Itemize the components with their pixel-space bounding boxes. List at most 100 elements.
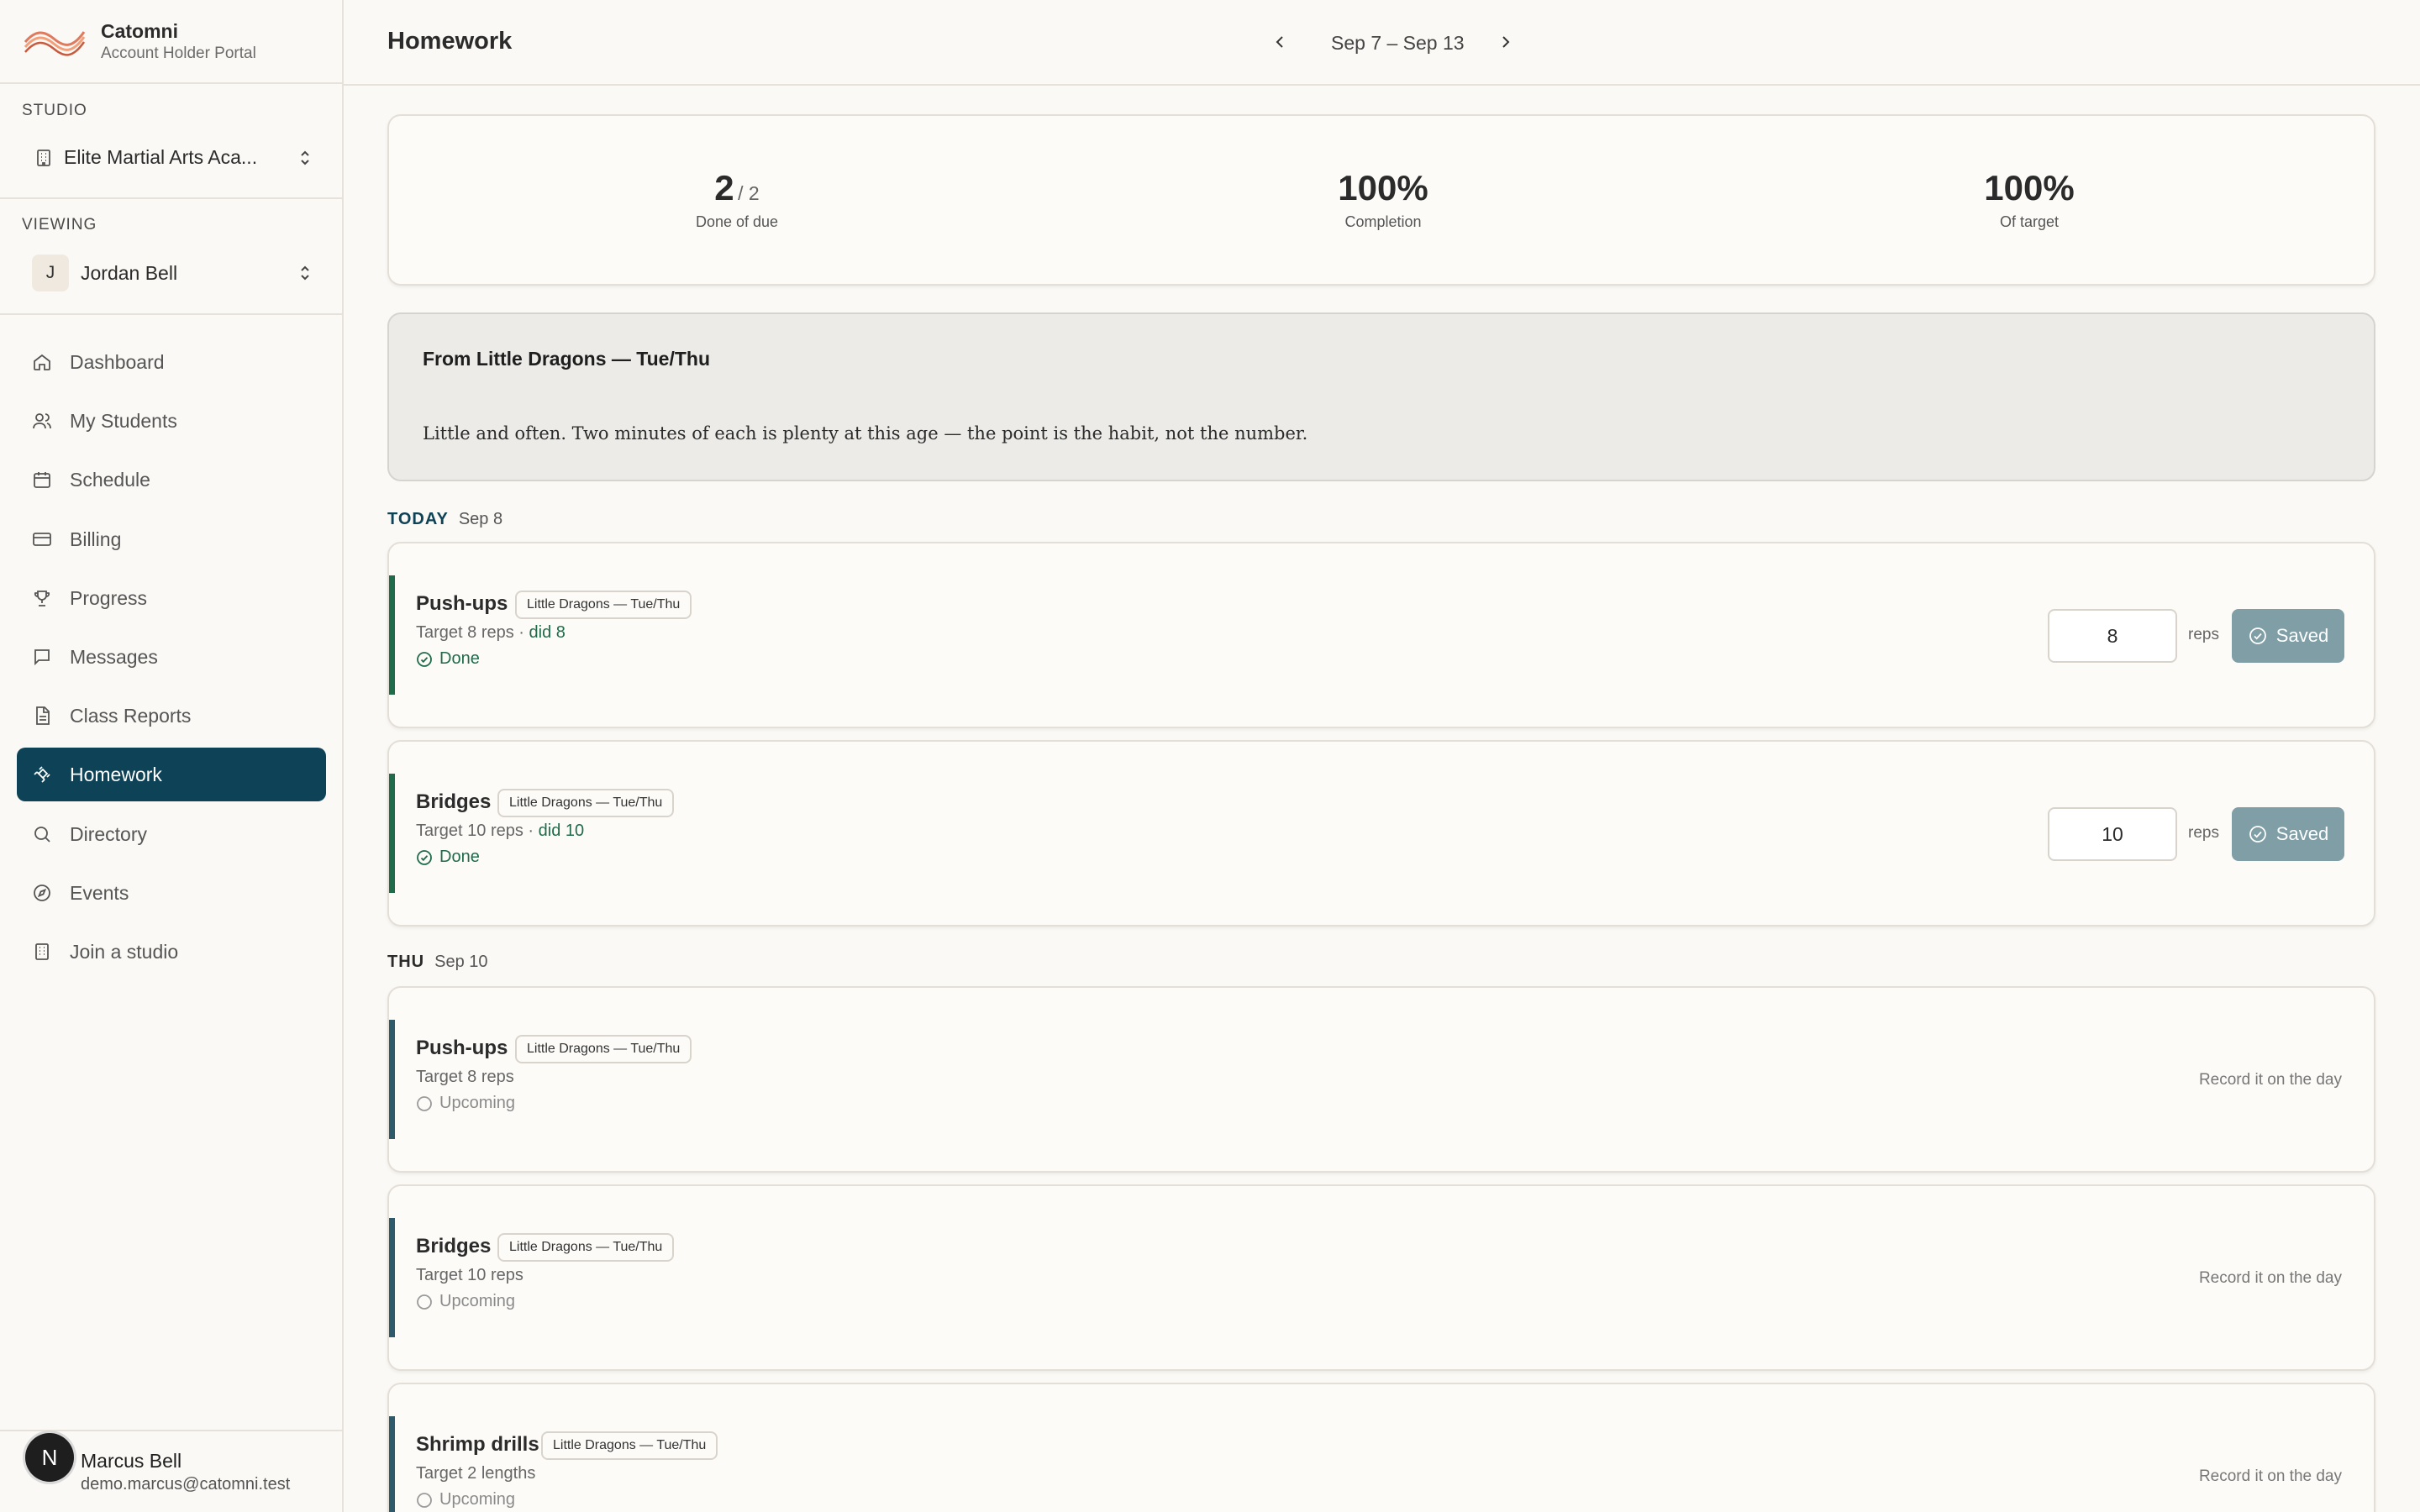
status-bar [389, 1416, 395, 1512]
studio-selector[interactable]: Elite Martial Arts Aca... [20, 134, 324, 181]
trophy-icon [34, 590, 50, 606]
home-icon [34, 354, 50, 370]
status-label: Upcoming [439, 1094, 516, 1112]
sidebar-item-label: Join a studio [70, 940, 179, 963]
sidebar-item-join-studio[interactable]: Join a studio [17, 925, 326, 979]
reps-unit: reps [2188, 824, 2219, 842]
status-bar [389, 774, 395, 893]
status-done: Done [416, 848, 480, 867]
search-icon [34, 826, 50, 843]
instructor-note: From Little Dragons — Tue/Thu Little and… [387, 312, 2375, 481]
target-text: Target 8 reps [416, 623, 514, 642]
document-icon [36, 706, 50, 726]
stats-card: 2 / 2 Done of due 100% Completion 100% O… [387, 114, 2375, 286]
user-avatar[interactable]: N [25, 1433, 74, 1482]
sidebar-item-messages[interactable]: Messages [17, 630, 326, 684]
class-tag: Little Dragons — Tue/Thu [515, 591, 692, 619]
stat-value: 2 [714, 168, 734, 207]
status-label: Upcoming [439, 1490, 516, 1509]
stat-of-target: 100% Of target [1861, 168, 2197, 231]
sidebar-item-label: Dashboard [70, 351, 165, 373]
studio-name: Elite Martial Arts Aca... [64, 146, 258, 168]
reps-input[interactable]: 10 [2048, 807, 2177, 861]
user-name: Marcus Bell [81, 1450, 182, 1472]
next-week-button[interactable] [1491, 29, 1518, 55]
stat-value: 100% [1338, 168, 1428, 207]
status-bar [389, 575, 395, 695]
sidebar-item-schedule[interactable]: Schedule [17, 453, 326, 507]
sidebar-item-label: My Students [70, 410, 177, 433]
brand-header: Catomni Account Holder Portal [0, 0, 342, 84]
target-text: Target 2 lengths [416, 1464, 536, 1483]
building-icon [35, 942, 49, 960]
stat-value: 100% [1984, 168, 2075, 207]
reps-input[interactable]: 8 [2048, 609, 2177, 663]
catomni-logo-icon [24, 31, 86, 56]
saved-button[interactable]: Saved [2232, 807, 2344, 861]
target-text: Target 8 reps [416, 1068, 514, 1086]
sidebar-nav: Dashboard My Students Schedule Billing P… [17, 335, 326, 984]
week-range: Sep 7 – Sep 13 [1331, 32, 1465, 54]
homework-item: Push-ups Little Dragons — Tue/Thu Target… [387, 986, 2375, 1173]
homework-item: Shrimp drills Little Dragons — Tue/Thu T… [387, 1383, 2375, 1512]
check-circle-icon [417, 849, 432, 865]
class-tag: Little Dragons — Tue/Thu [515, 1035, 692, 1063]
saved-label: Saved [2275, 625, 2329, 646]
stat-fraction: / 2 [738, 182, 760, 204]
class-tag: Little Dragons — Tue/Thu [541, 1431, 718, 1460]
record-hint: Record it on the day [2198, 1269, 2342, 1287]
target-text: Target 10 reps [416, 1266, 523, 1284]
calendar-icon [34, 472, 50, 489]
sidebar-item-billing[interactable]: Billing [17, 512, 326, 566]
user-email: demo.marcus@catomni.test [81, 1475, 291, 1494]
empty-circle-icon [417, 1492, 432, 1508]
homework-item: Push-ups Little Dragons — Tue/Thu Target… [387, 542, 2375, 728]
check-circle-icon [2249, 826, 2266, 843]
saved-button[interactable]: Saved [2232, 609, 2344, 663]
sidebar-item-progress[interactable]: Progress [17, 571, 326, 625]
sidebar-item-directory[interactable]: Directory [17, 807, 326, 861]
day-date: Sep 8 [458, 510, 503, 528]
empty-circle-icon [417, 1294, 432, 1310]
check-circle-icon [417, 651, 432, 667]
class-tag: Little Dragons — Tue/Thu [497, 789, 675, 817]
status-upcoming: Upcoming [416, 1490, 515, 1509]
status-bar [389, 1020, 395, 1139]
sidebar-divider [0, 197, 342, 199]
note-body: Little and often. Two minutes of each is… [423, 423, 1308, 444]
sidebar-item-class-reports[interactable]: Class Reports [17, 689, 326, 743]
day-date: Sep 10 [434, 953, 488, 971]
student-selector[interactable]: J Jordan Bell [20, 249, 324, 297]
sidebar-item-label: Events [70, 881, 129, 904]
chevron-right-icon [1502, 36, 1510, 48]
sidebar-item-my-students[interactable]: My Students [17, 394, 326, 448]
compass-icon [34, 884, 50, 901]
status-done: Done [416, 649, 480, 669]
stat-caption: Completion [1344, 213, 1422, 230]
chevron-updown-icon [301, 265, 309, 281]
did-count: did 10 [538, 822, 585, 840]
exercise-name: Shrimp drills [416, 1433, 539, 1456]
sidebar-item-homework[interactable]: Homework [17, 748, 326, 802]
viewing-label: VIEWING [22, 216, 97, 234]
status-label: Upcoming [439, 1292, 516, 1310]
class-tag: Little Dragons — Tue/Thu [497, 1233, 675, 1262]
page-title: Homework [387, 28, 513, 55]
sidebar-item-dashboard[interactable]: Dashboard [17, 335, 326, 389]
sidebar-item-label: Directory [70, 822, 148, 845]
exercise-target: Target 8 reps · did 8 [416, 623, 566, 642]
sidebar-item-label: Class Reports [70, 705, 192, 727]
stat-caption: Of target [1999, 213, 2060, 230]
saved-label: Saved [2275, 823, 2329, 844]
stat-completion: 100% Completion [1215, 168, 1551, 231]
dumbbell-icon [34, 766, 50, 783]
target-text: Target 10 reps [416, 822, 523, 840]
building-icon [37, 150, 50, 166]
previous-week-button[interactable] [1267, 29, 1294, 55]
sidebar-item-label: Schedule [70, 469, 150, 491]
sidebar-item-events[interactable]: Events [17, 866, 326, 920]
message-icon [34, 649, 50, 666]
note-title: From Little Dragons — Tue/Thu [423, 348, 711, 370]
sidebar-item-label: Homework [70, 764, 162, 786]
did-count: did 8 [529, 623, 566, 642]
